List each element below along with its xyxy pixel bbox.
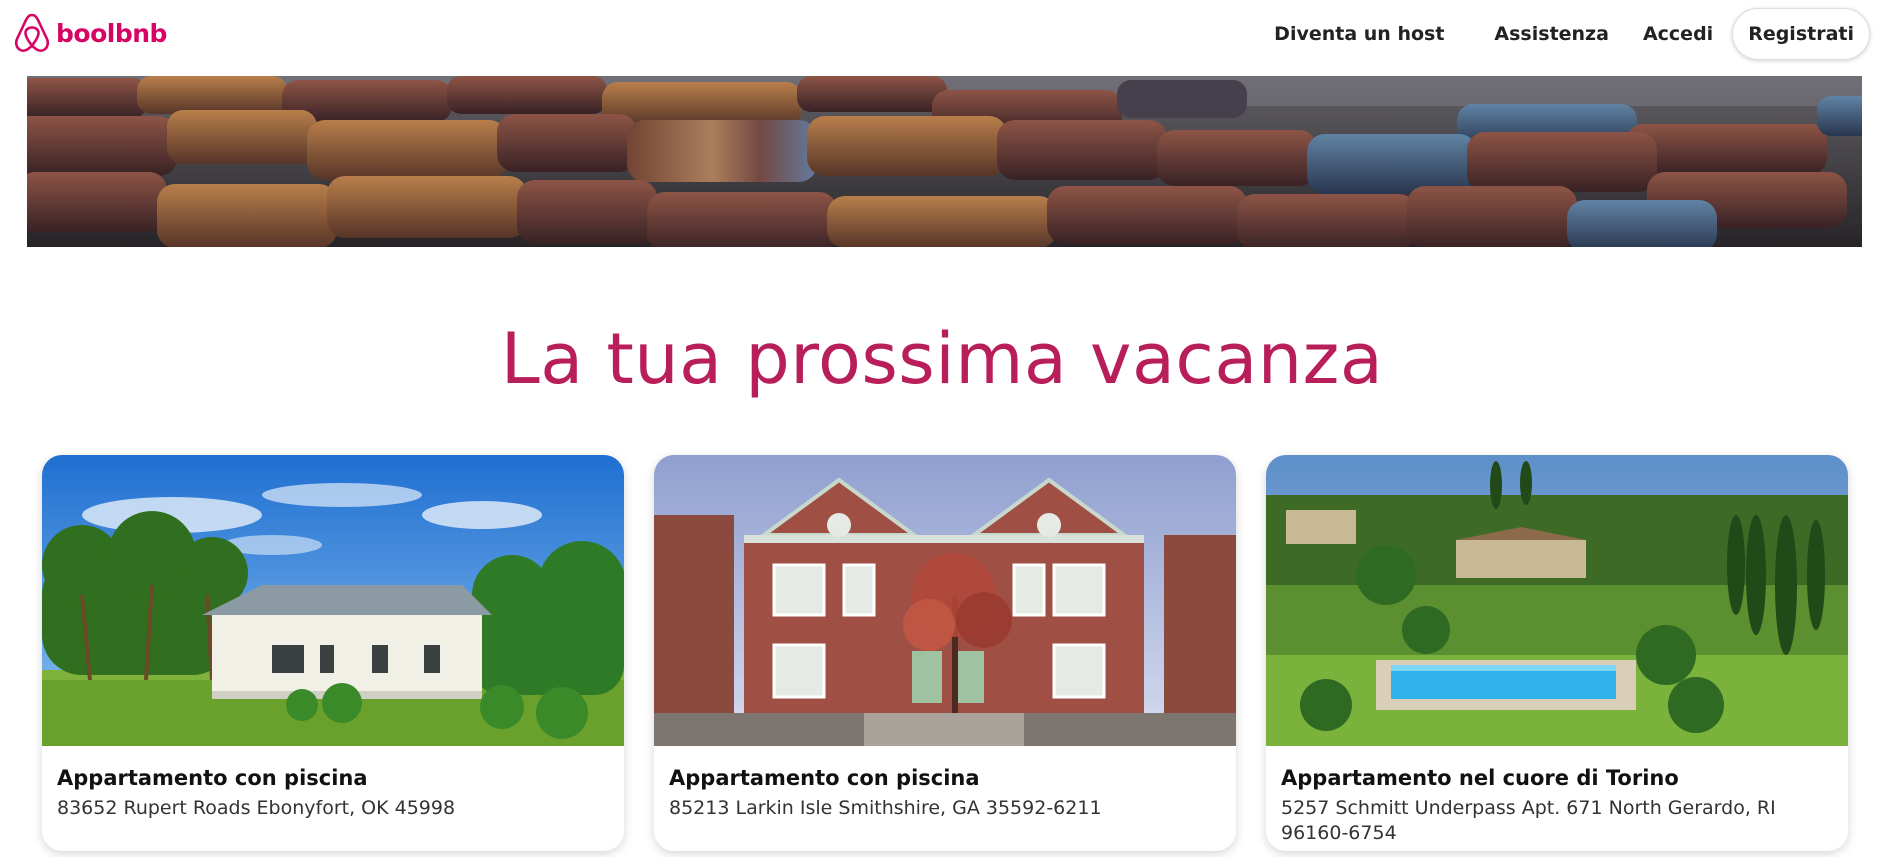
listing-card[interactable]: Appartamento con piscina 83652 Rupert Ro…: [42, 455, 624, 851]
listing-info: Appartamento con piscina 83652 Rupert Ro…: [42, 746, 624, 821]
listing-info: Appartamento con piscina 85213 Larkin Is…: [654, 746, 1236, 821]
top-header: boolbnb Diventa un host Assistenza Acced…: [0, 0, 1884, 66]
airbnb-belo-icon: [14, 13, 50, 52]
listing-photo[interactable]: [1266, 455, 1848, 746]
login-link[interactable]: Accedi: [1626, 23, 1730, 45]
logo-text: boolbnb: [56, 18, 167, 48]
register-button[interactable]: Registrati: [1732, 8, 1870, 60]
main-nav: Diventa un host Assistenza Accedi Regist…: [1257, 8, 1870, 60]
listing-photo[interactable]: [42, 455, 624, 746]
page-title: La tua prossima vacanza: [500, 318, 1384, 400]
listing-address: 83652 Rupert Roads Ebonyfort, OK 45998: [57, 797, 456, 819]
listing-address: 85213 Larkin Isle Smithshire, GA 35592-6…: [669, 797, 1102, 819]
listing-title[interactable]: Appartamento con piscina: [669, 766, 1221, 790]
listing-title[interactable]: Appartamento con piscina: [57, 766, 609, 790]
listing-photo[interactable]: [654, 455, 1236, 746]
help-link[interactable]: Assistenza: [1477, 23, 1626, 45]
listing-card[interactable]: Appartamento con piscina 85213 Larkin Is…: [654, 455, 1236, 851]
listing-card[interactable]: Appartamento nel cuore di Torino 5257 Sc…: [1266, 455, 1848, 851]
listing-title[interactable]: Appartamento nel cuore di Torino: [1281, 766, 1833, 790]
become-host-link[interactable]: Diventa un host: [1257, 23, 1461, 45]
rock-wall-banner-image: [27, 76, 1862, 247]
listing-info: Appartamento nel cuore di Torino 5257 Sc…: [1266, 746, 1848, 846]
red-brick-house-photo: [654, 455, 1236, 746]
tuscan-villa-pool-photo: [1266, 455, 1848, 746]
logo-link[interactable]: boolbnb: [12, 12, 167, 54]
listings-grid: Appartamento con piscina 83652 Rupert Ro…: [42, 455, 1848, 857]
tropical-white-house-photo: [42, 455, 624, 746]
listing-address: 5257 Schmitt Underpass Apt. 671 North Ge…: [1281, 797, 1776, 844]
hero-banner: [27, 76, 1862, 247]
